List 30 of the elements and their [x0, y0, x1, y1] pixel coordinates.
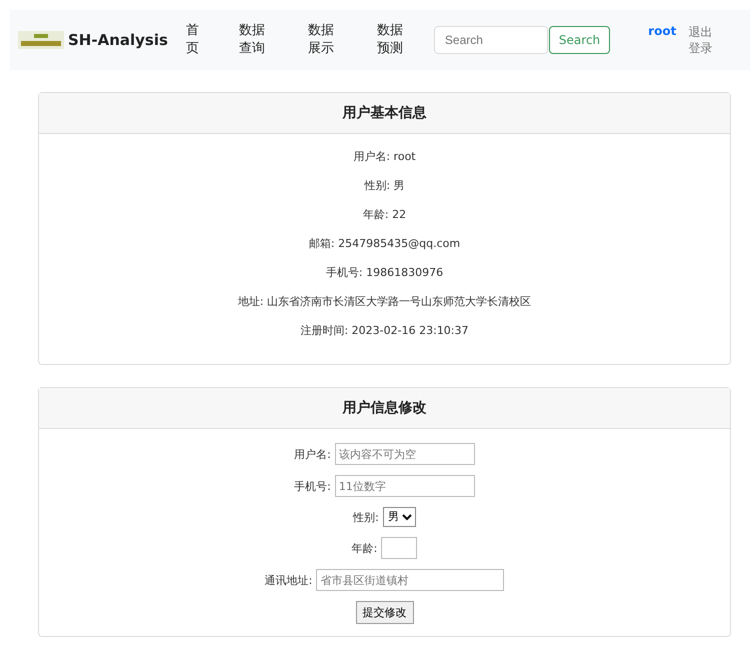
info-text: 地址: 山东省济南市长清区大学路一号山东师范大学长清校区: [236, 294, 532, 310]
info-text: 手机号: 19861830976: [324, 265, 444, 281]
info-text: 年龄: 22: [362, 207, 408, 223]
nav-link[interactable]: 首页: [186, 22, 199, 58]
info-text: 注册时间: 2023-02-16 23:10:37: [299, 323, 470, 339]
nav-link[interactable]: 数据展示: [308, 22, 334, 58]
field-label: 年龄:: [352, 540, 378, 556]
field-label: 通讯地址:: [264, 572, 312, 588]
gender-select[interactable]: 男: [382, 507, 416, 527]
input-field[interactable]: [381, 537, 418, 559]
nav-link[interactable]: 数据查询: [238, 22, 265, 58]
search-field[interactable]: Search: [434, 26, 548, 54]
user-link[interactable]: root: [648, 24, 676, 38]
input-field[interactable]: 11位数字: [334, 475, 475, 497]
info-text: 邮箱: 2547985435@qq.com: [308, 236, 462, 252]
field-label: 性别:: [353, 510, 379, 524]
card-title: 用户基本信息: [342, 104, 426, 122]
logout-link[interactable]: 退出登录: [688, 24, 712, 56]
info-text: 用户名: root: [352, 149, 417, 165]
brand-name[interactable]: SH-Analysis: [68, 31, 168, 49]
logo-icon: [18, 31, 64, 49]
info-text: 性别: 男: [363, 178, 406, 194]
submit-button[interactable]: 提交修改: [356, 601, 414, 624]
input-field[interactable]: 省市县区街道镇村: [316, 569, 504, 591]
input-field[interactable]: 该内容不可为空: [334, 443, 475, 465]
nav-link[interactable]: 数据预测: [376, 22, 403, 58]
field-label: 手机号:: [294, 478, 331, 494]
field-label: 用户名:: [294, 446, 331, 462]
card-title: 用户信息修改: [342, 399, 426, 417]
search-button[interactable]: Search: [548, 26, 610, 54]
